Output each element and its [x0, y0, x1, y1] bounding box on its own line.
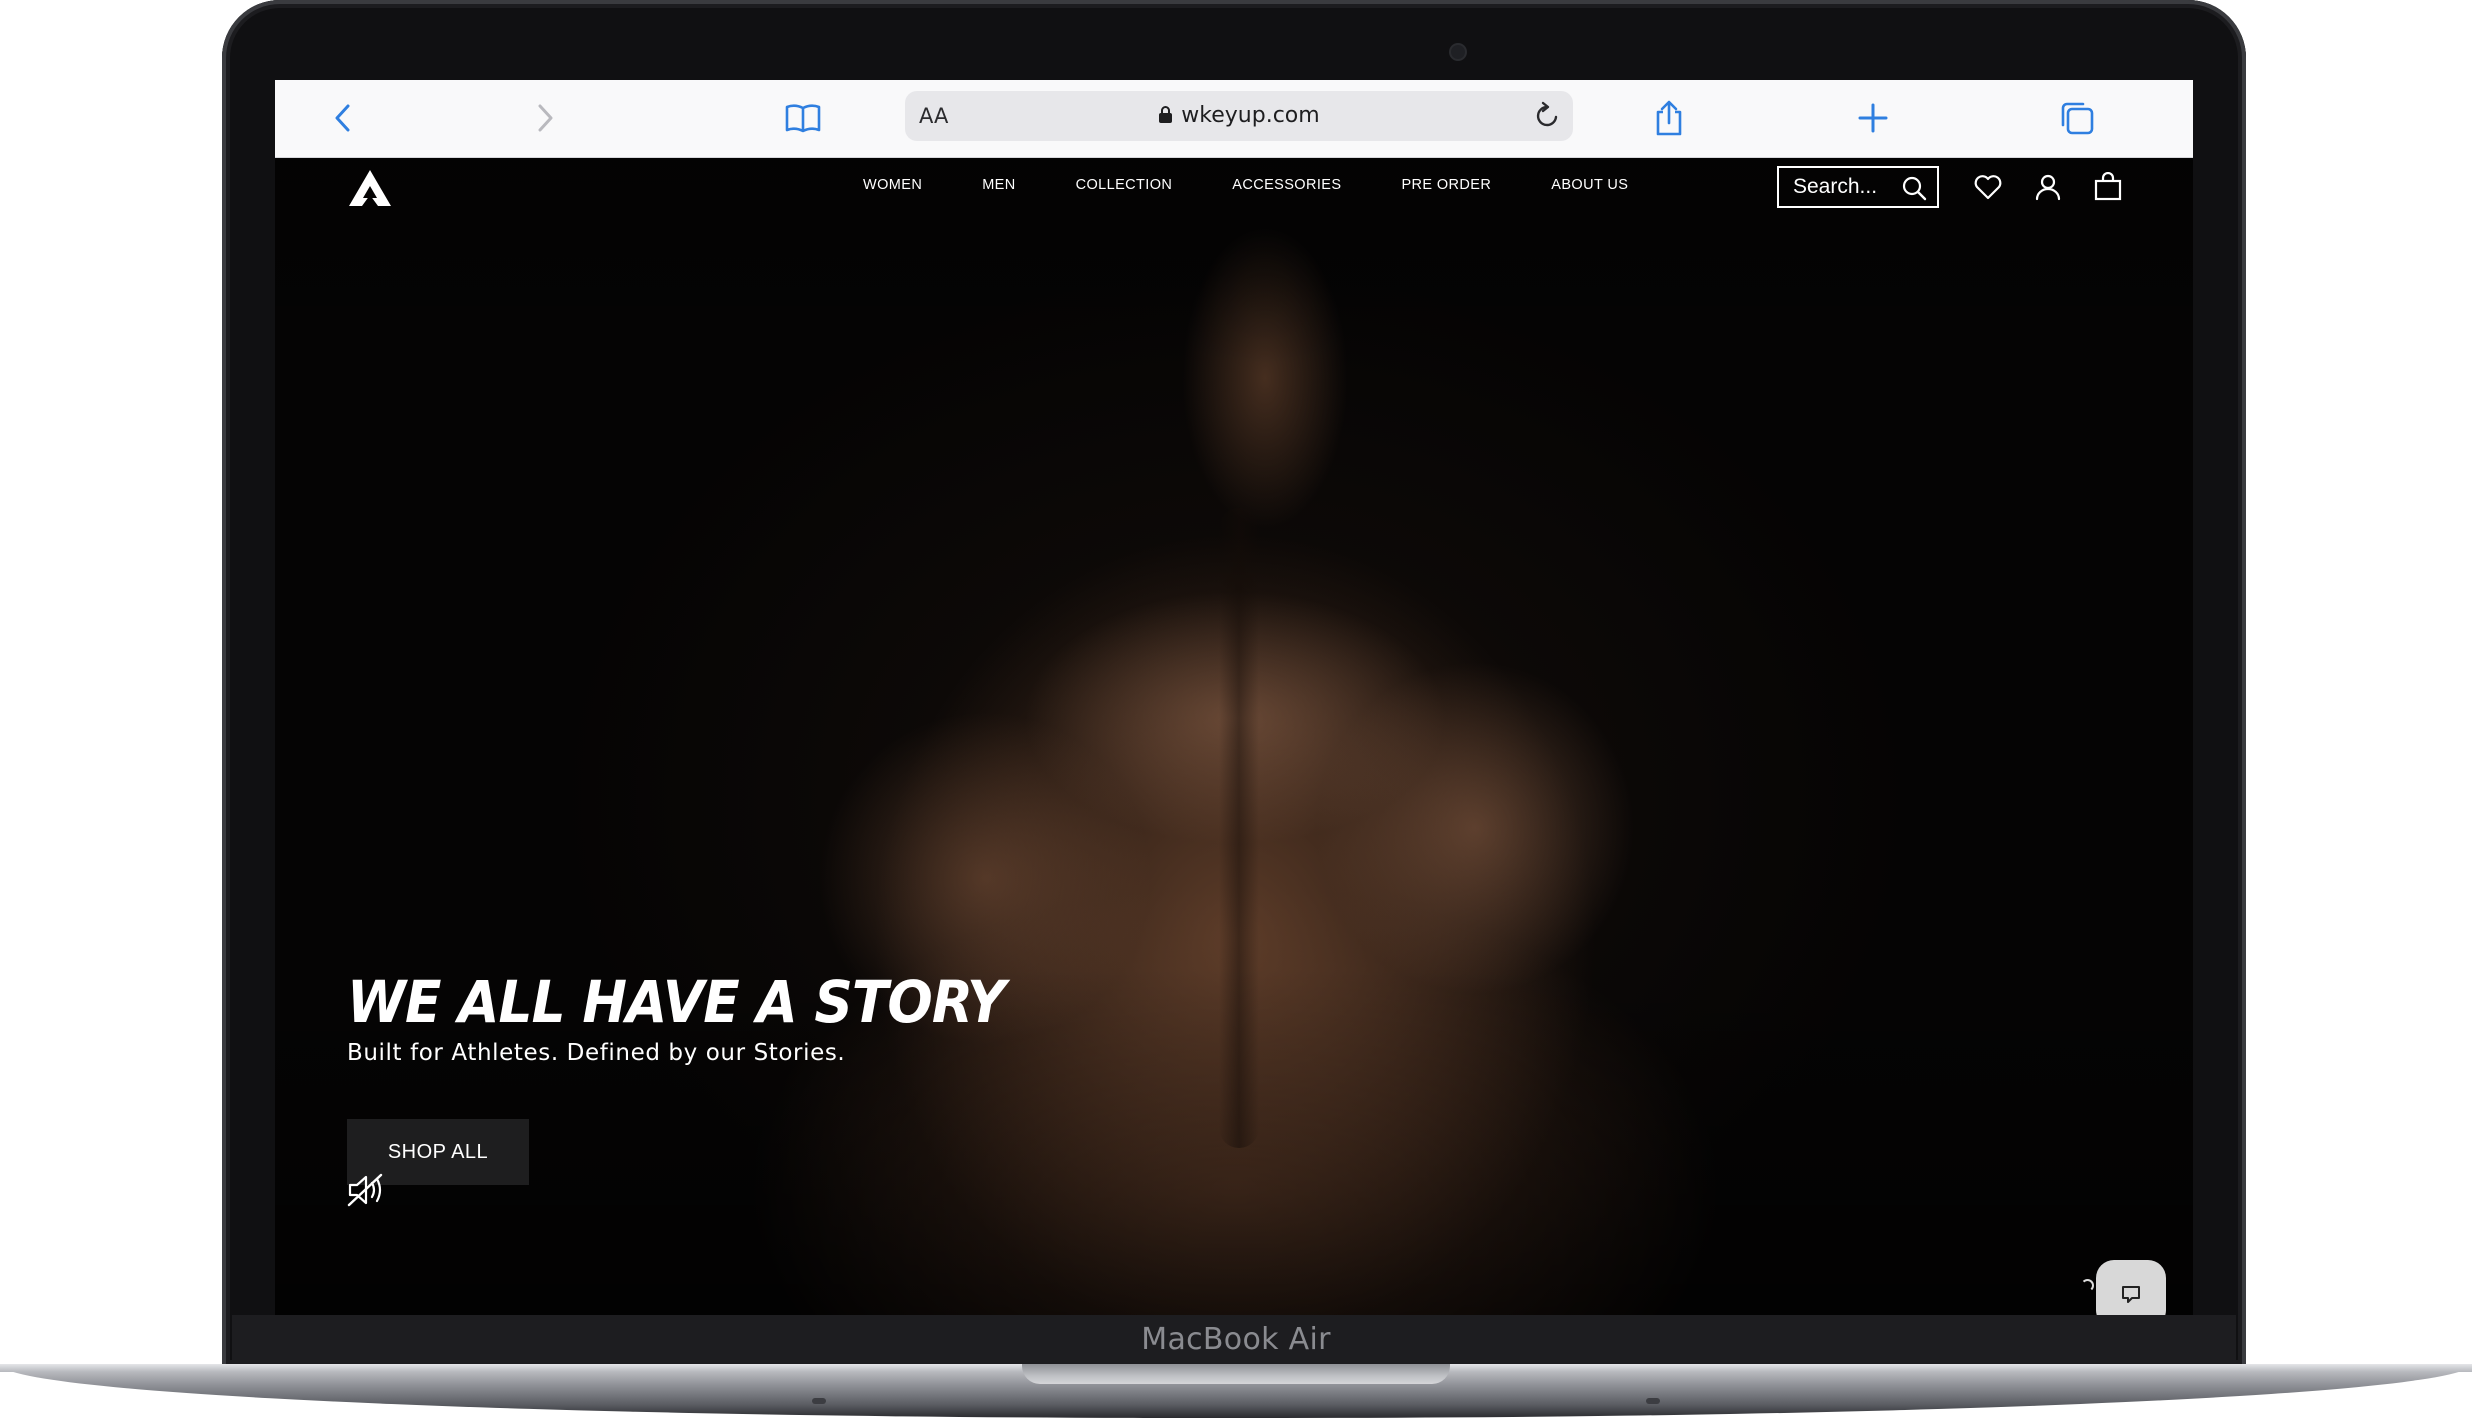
laptop-foot — [1646, 1398, 1660, 1404]
lid-opening-notch — [1022, 1364, 1450, 1384]
lock-icon — [1158, 105, 1173, 130]
site-header: WOMEN MEN COLLECTION ACCESSORIES PRE ORD… — [275, 158, 2193, 222]
hero-subtitle: Built for Athletes. Defined by our Stori… — [347, 1040, 846, 1066]
heart-icon[interactable] — [1973, 172, 2003, 202]
nav-pre-order[interactable]: PRE ORDER — [1401, 177, 1491, 193]
nav-men[interactable]: MEN — [982, 177, 1015, 193]
loading-spinner-icon — [2081, 1279, 2094, 1292]
hero-title: WE ALL HAVE A STORY — [347, 968, 1006, 1036]
tabs-icon[interactable] — [2056, 97, 2098, 139]
nav-women[interactable]: WOMEN — [863, 177, 922, 193]
book-icon[interactable] — [782, 97, 824, 139]
chat-bubble-icon[interactable] — [2096, 1260, 2166, 1315]
webcam — [1451, 45, 1465, 59]
share-icon[interactable] — [1648, 97, 1690, 139]
nav-accessories[interactable]: ACCESSORIES — [1232, 177, 1341, 193]
address-url[interactable]: wkeyup.com — [905, 103, 1573, 130]
reload-icon[interactable] — [1531, 100, 1563, 132]
chevron-right-icon[interactable] — [524, 97, 566, 139]
hero-overlay — [275, 158, 2193, 1315]
nav-about-us[interactable]: ABOUT US — [1551, 177, 1628, 193]
bag-icon[interactable] — [2093, 171, 2123, 202]
plus-icon[interactable] — [1852, 97, 1894, 139]
hero-section: WOMEN MEN COLLECTION ACCESSORIES PRE ORD… — [275, 158, 2193, 1315]
address-bar[interactable]: AA wkeyup.com — [905, 91, 1573, 141]
url-text: wkeyup.com — [1181, 103, 1320, 128]
model-label: MacBook Air — [1141, 1322, 1331, 1357]
nav-collection[interactable]: COLLECTION — [1076, 177, 1173, 193]
laptop-foot — [812, 1398, 826, 1404]
arrow-up-logo-icon[interactable] — [347, 168, 393, 210]
laptop-mockup: AA wkeyup.com WOMEN MEN COLLECTION ACCES… — [0, 0, 2472, 1420]
muted-speaker-icon[interactable] — [347, 1172, 387, 1208]
search-input[interactable] — [1793, 175, 1903, 199]
laptop-screen: AA wkeyup.com WOMEN MEN COLLECTION ACCES… — [275, 80, 2193, 1315]
chevron-left-icon[interactable] — [322, 97, 364, 139]
main-nav: WOMEN MEN COLLECTION ACCESSORIES PRE ORD… — [863, 177, 1688, 193]
browser-toolbar: AA wkeyup.com — [275, 80, 2193, 158]
search-icon[interactable] — [1901, 175, 1927, 201]
user-icon[interactable] — [2033, 172, 2063, 202]
search-box[interactable] — [1777, 166, 1939, 208]
